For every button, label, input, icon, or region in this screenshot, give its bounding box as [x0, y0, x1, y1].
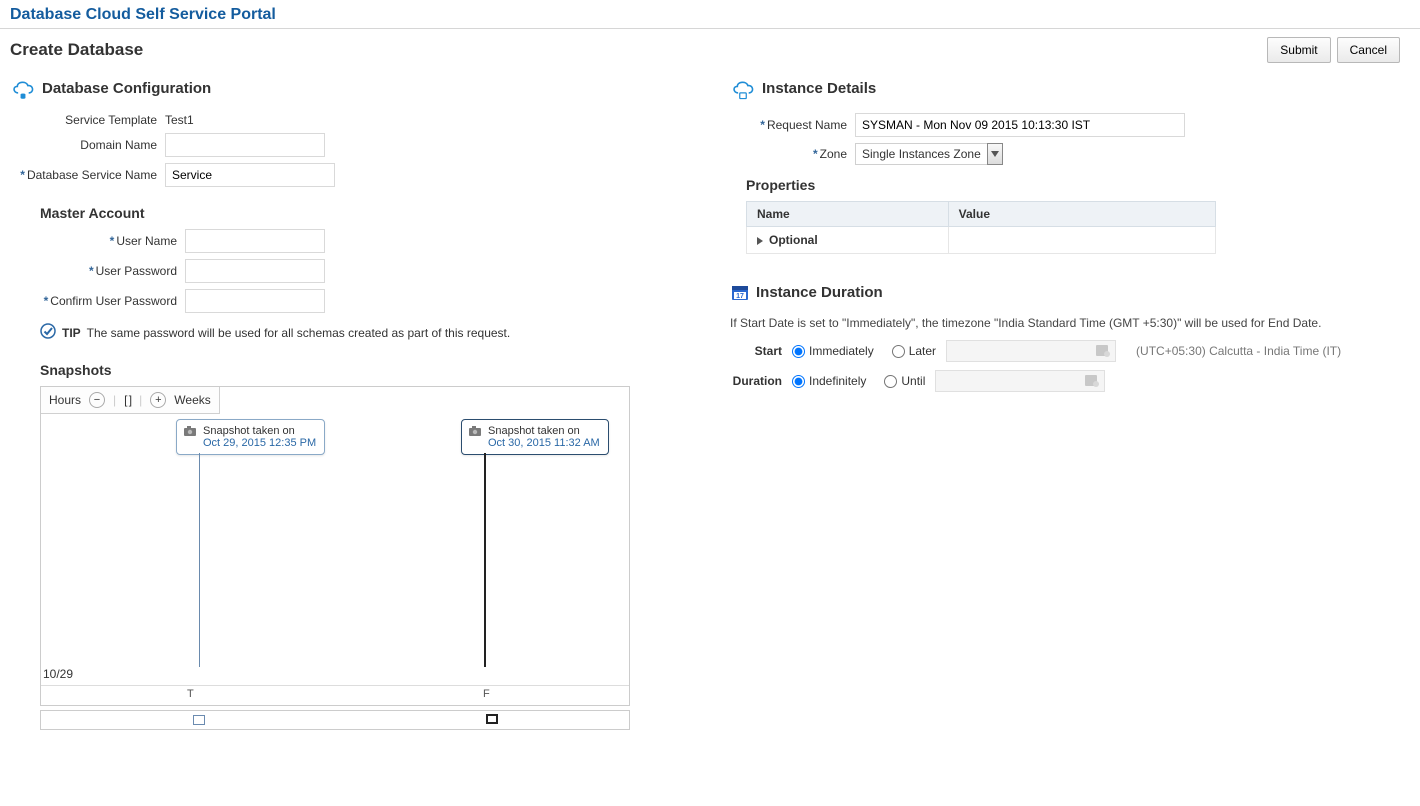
- input-domain-name[interactable]: [165, 133, 325, 157]
- label-zone: Zone: [820, 147, 847, 161]
- snapshot-marker[interactable]: Snapshot taken on Oct 29, 2015 12:35 PM: [176, 419, 325, 455]
- cloud-db-icon: [10, 75, 36, 101]
- date-picker-icon: [1095, 342, 1111, 361]
- radio-duration-indefinitely[interactable]: [792, 375, 805, 388]
- snapshot-line: [199, 453, 200, 667]
- radio-start-later[interactable]: [892, 345, 905, 358]
- tip-label: TIP: [62, 326, 81, 340]
- value-service-template: Test1: [165, 113, 194, 127]
- snapshots-title: Snapshots: [40, 362, 690, 378]
- camera-icon: [183, 425, 197, 440]
- input-user-password[interactable]: [185, 259, 325, 283]
- label-confirm-password: Confirm User Password: [50, 294, 177, 308]
- zoom-range-icon[interactable]: [ ]: [124, 393, 131, 407]
- expand-icon[interactable]: [757, 237, 763, 245]
- label-domain-name: Domain Name: [10, 138, 165, 152]
- portal-title: Database Cloud Self Service Portal: [0, 0, 1420, 29]
- cancel-button[interactable]: Cancel: [1337, 37, 1400, 63]
- snapshot-date-link[interactable]: Oct 29, 2015 12:35 PM: [203, 437, 316, 449]
- minimap-range-selected[interactable]: [486, 714, 498, 724]
- snapshot-minimap[interactable]: [40, 710, 630, 730]
- instance-duration-title: Instance Duration: [756, 284, 883, 301]
- master-account-title: Master Account: [40, 205, 690, 221]
- camera-icon: [468, 425, 482, 440]
- left-column: Database Configuration Service Template …: [10, 67, 690, 730]
- page-title: Create Database: [10, 40, 143, 60]
- radio-start-immediately[interactable]: [792, 345, 805, 358]
- zoom-out-button[interactable]: −: [89, 392, 105, 408]
- label-user-password: User Password: [96, 264, 177, 278]
- input-db-service-name[interactable]: [165, 163, 335, 187]
- zone-select-display[interactable]: Single Instances Zone: [855, 143, 988, 165]
- axis-label: T: [187, 688, 194, 700]
- label-duration: Duration: [730, 374, 792, 388]
- until-date-field: [935, 370, 1105, 392]
- zoom-hours-label: Hours: [49, 393, 81, 407]
- zoom-in-button[interactable]: +: [150, 392, 166, 408]
- axis-label: F: [483, 688, 490, 700]
- snapshot-date-link[interactable]: Oct 30, 2015 11:32 AM: [488, 437, 600, 449]
- db-config-title: Database Configuration: [42, 80, 211, 97]
- col-name: Name: [747, 202, 949, 227]
- instance-details-title: Instance Details: [762, 80, 876, 97]
- label-start: Start: [730, 344, 792, 358]
- main-scroll[interactable]: Database Cloud Self Service Portal Creat…: [0, 0, 1420, 806]
- input-user-name[interactable]: [185, 229, 325, 253]
- label-service-template: Service Template: [10, 113, 165, 127]
- axis-start-date: 10/29: [43, 667, 73, 681]
- snapshots-timeline[interactable]: Hours − | [ ] | + Weeks Snapshot taken o…: [40, 386, 630, 706]
- date-picker-icon: [1084, 372, 1100, 391]
- zoom-weeks-label: Weeks: [174, 393, 210, 407]
- zone-dropdown-button[interactable]: [987, 143, 1003, 165]
- label-user-name: User Name: [116, 234, 177, 248]
- label-request-name: Request Name: [767, 118, 847, 132]
- duration-note: If Start Date is set to "Immediately", t…: [730, 316, 1410, 330]
- svg-text:17: 17: [736, 293, 744, 300]
- start-date-field: [946, 340, 1116, 362]
- properties-title: Properties: [746, 177, 1410, 193]
- cloud-instance-icon: [730, 75, 756, 101]
- right-column: Instance Details *Request Name *Zone Sin…: [730, 67, 1410, 730]
- calendar-icon: 17: [730, 282, 750, 302]
- minimap-range[interactable]: [193, 715, 205, 725]
- radio-duration-until[interactable]: [884, 375, 897, 388]
- submit-button[interactable]: Submit: [1267, 37, 1330, 63]
- table-row[interactable]: Optional: [747, 227, 1216, 254]
- snapshot-marker-selected[interactable]: Snapshot taken on Oct 30, 2015 11:32 AM: [461, 419, 609, 455]
- col-value: Value: [948, 202, 1215, 227]
- check-icon: [40, 323, 56, 342]
- properties-table: Name Value Optional: [746, 201, 1216, 254]
- snapshot-line-selected: [484, 453, 486, 667]
- label-db-service-name: Database Service Name: [27, 168, 157, 182]
- tip-text: The same password will be used for all s…: [87, 326, 511, 340]
- input-confirm-password[interactable]: [185, 289, 325, 313]
- input-request-name[interactable]: [855, 113, 1185, 137]
- timezone-text: (UTC+05:30) Calcutta - India Time (IT): [1136, 344, 1341, 358]
